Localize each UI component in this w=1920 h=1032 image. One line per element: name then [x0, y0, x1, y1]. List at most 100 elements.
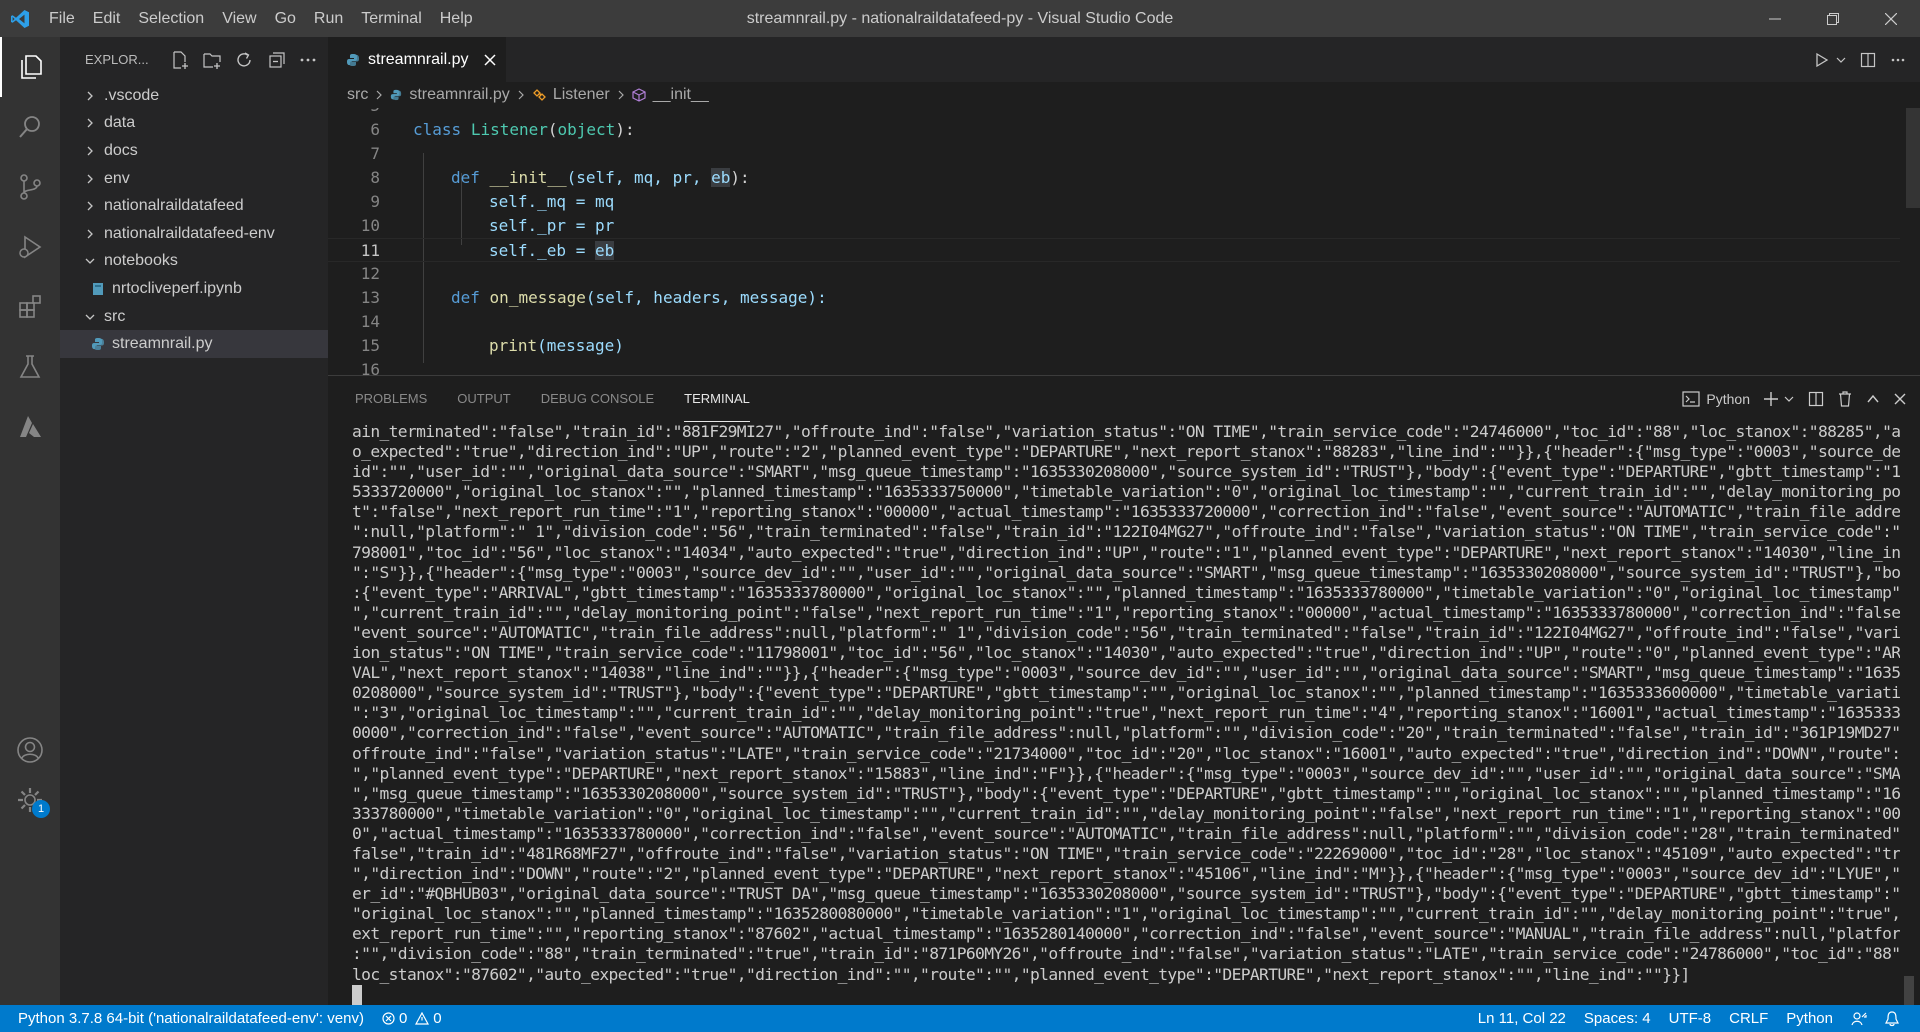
split-editor-icon[interactable]	[1860, 52, 1876, 68]
kill-terminal-trash-icon[interactable]	[1838, 391, 1852, 407]
extensions-icon[interactable]	[0, 277, 60, 337]
editor-area: streamnrail.py src streamnrail.py Listen…	[328, 37, 1920, 375]
terminal-line: ","direction_ind":"DOWN","route":"2","pl…	[352, 864, 1900, 884]
menu-selection[interactable]: Selection	[129, 0, 213, 37]
folder-vscode[interactable]: .vscode	[60, 82, 328, 110]
maximize-panel-chevron-up-icon[interactable]	[1866, 392, 1880, 406]
terminal-line: :{"event_type":"ARRIVAL","gbtt_timestamp…	[352, 582, 1900, 602]
error-icon	[382, 1012, 395, 1025]
code-line: 6 class Listener(object):	[370, 120, 635, 139]
tab-output[interactable]: OUTPUT	[457, 376, 510, 422]
terminal-line: ","msg_queue_timestamp":"1635330208000",…	[352, 783, 1900, 803]
encoding[interactable]: UTF-8	[1660, 1005, 1721, 1032]
language-mode[interactable]: Python	[1777, 1005, 1842, 1032]
chevron-right-icon	[80, 174, 100, 184]
title-bar: File Edit Selection View Go Run Terminal…	[0, 0, 1920, 37]
folder-src[interactable]: src	[60, 303, 328, 331]
menu-terminal[interactable]: Terminal	[352, 0, 430, 37]
minimize-button[interactable]	[1746, 0, 1804, 37]
breadcrumb-file[interactable]: streamnrail.py	[409, 86, 509, 104]
terminal-output[interactable]: ain_terminated":"false","train_id":"881F…	[352, 422, 1900, 1006]
breadcrumb-method[interactable]: __init__	[653, 86, 709, 104]
notifications-bell-icon[interactable]	[1876, 1010, 1908, 1027]
terminal-line: 5333720000","original_loc_stanox":"","pl…	[352, 482, 1900, 502]
new-terminal-plus-icon[interactable]	[1764, 392, 1778, 406]
breadcrumb: src streamnrail.py Listener __init__	[328, 82, 1920, 108]
search-icon[interactable]	[0, 97, 60, 157]
run-debug-icon[interactable]	[0, 217, 60, 277]
folder-notebooks[interactable]: notebooks	[60, 248, 328, 276]
python-file-icon	[346, 53, 360, 67]
problems-indicator[interactable]: 0 0	[373, 1005, 451, 1032]
code-line: 13 def on_message(self, headers, message)…	[360, 288, 827, 307]
chevron-right-icon	[80, 201, 100, 211]
run-dropdown-chevron-icon[interactable]	[1836, 55, 1846, 65]
editor-actions	[1814, 37, 1906, 82]
terminal-dropdown-chevron-icon[interactable]	[1784, 394, 1794, 404]
more-actions-icon[interactable]	[1890, 52, 1906, 68]
code-line: 15 print(message)	[360, 336, 624, 355]
python-interpreter-selector[interactable]: Python 3.7.8 64-bit ('nationalraildatafe…	[0, 1005, 373, 1032]
warning-count: 0	[433, 1010, 442, 1027]
terminal-shell-selector[interactable]: Python	[1682, 391, 1750, 407]
refresh-icon[interactable]	[231, 47, 257, 73]
more-actions-icon[interactable]	[295, 47, 321, 73]
feedback-icon[interactable]	[1842, 1011, 1876, 1027]
folder-docs[interactable]: docs	[60, 137, 328, 165]
close-window-button[interactable]	[1862, 0, 1920, 37]
close-tab-icon[interactable]	[484, 53, 497, 66]
menu-run[interactable]: Run	[305, 0, 352, 37]
editor-scrollbar[interactable]	[1906, 108, 1920, 375]
chevron-down-icon	[80, 256, 100, 266]
menu-help[interactable]: Help	[431, 0, 482, 37]
run-python-file-icon[interactable]	[1814, 52, 1830, 68]
new-file-icon[interactable]	[167, 47, 193, 73]
code-editor[interactable]: 5 6class Listener(object): 7 8def __init…	[328, 108, 1920, 375]
tab-streamnrail[interactable]: streamnrail.py	[328, 37, 506, 82]
breadcrumb-src[interactable]: src	[347, 86, 368, 104]
code-line: 14	[360, 312, 380, 331]
files-icon[interactable]	[0, 37, 60, 97]
folder-nationalraildatafeed-env[interactable]: nationalraildatafeed-env	[60, 220, 328, 248]
restore-button[interactable]	[1804, 0, 1862, 37]
error-count: 0	[398, 1010, 408, 1027]
terminal-scrollbar[interactable]	[1904, 422, 1914, 1006]
menu-file[interactable]: File	[40, 0, 84, 37]
cursor-position[interactable]: Ln 11, Col 22	[1469, 1005, 1575, 1032]
menu-go[interactable]: Go	[266, 0, 305, 37]
folder-nationalraildatafeed[interactable]: nationalraildatafeed	[60, 192, 328, 220]
breadcrumb-class[interactable]: Listener	[553, 86, 610, 104]
manage-gear-icon[interactable]: 1	[0, 770, 60, 830]
indentation[interactable]: Spaces: 4	[1575, 1005, 1660, 1032]
window-controls	[1746, 0, 1920, 37]
end-of-line[interactable]: CRLF	[1720, 1005, 1777, 1032]
folder-env[interactable]: env	[60, 165, 328, 193]
file-nrtocliveperf[interactable]: nrtocliveperf.ipynb	[60, 275, 328, 303]
tab-terminal[interactable]: TERMINAL	[684, 376, 750, 422]
new-folder-icon[interactable]	[199, 47, 225, 73]
code-line: 8 def __init__(self, mq, pr, eb):	[370, 168, 750, 187]
terminal-line: 333780000","timetable_variation":"0","or…	[352, 803, 1900, 823]
scrollbar-thumb[interactable]	[1904, 976, 1914, 1006]
folder-data[interactable]: data	[60, 110, 328, 138]
code-line: 10 self._pr = pr	[360, 216, 615, 235]
close-panel-icon[interactable]	[1894, 393, 1906, 405]
warning-icon	[411, 1012, 430, 1025]
file-streamnrail[interactable]: streamnrail.py	[60, 330, 328, 358]
code-line: 9 self._mq = mq	[370, 192, 615, 211]
file-tree: .vscode data docs env nationalraildatafe…	[60, 82, 328, 358]
tab-problems[interactable]: PROBLEMS	[355, 376, 427, 422]
class-symbol-icon	[532, 88, 546, 102]
menu-view[interactable]: View	[213, 0, 265, 37]
scrollbar-thumb[interactable]	[1906, 108, 1920, 208]
code-line: 12	[360, 264, 380, 283]
split-terminal-icon[interactable]	[1808, 391, 1824, 407]
source-control-icon[interactable]	[0, 157, 60, 217]
menu-edit[interactable]: Edit	[84, 0, 130, 37]
explorer-sidebar: EXPLOR... .vscode data docs env national…	[60, 37, 328, 1005]
azure-icon[interactable]	[0, 397, 60, 457]
tab-debug-console[interactable]: DEBUG CONSOLE	[541, 376, 654, 422]
explorer-header: EXPLOR...	[60, 37, 328, 82]
testing-icon[interactable]	[0, 337, 60, 397]
collapse-all-icon[interactable]	[263, 47, 289, 73]
